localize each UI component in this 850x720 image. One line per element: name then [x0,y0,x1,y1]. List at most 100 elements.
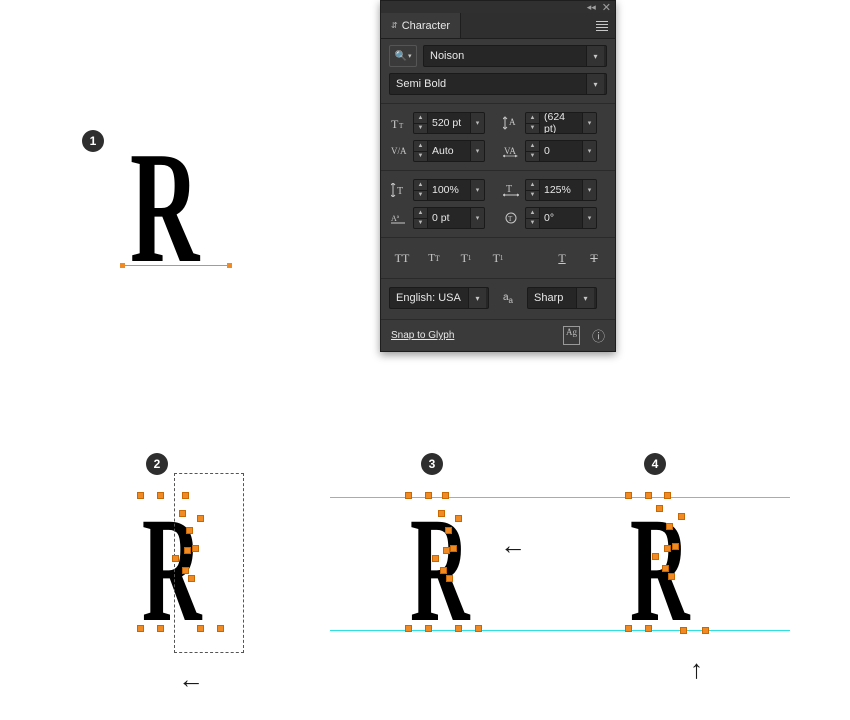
anchor-point[interactable] [217,625,224,632]
antialias-select[interactable]: Sharp ▾ [527,287,597,309]
stepper[interactable]: ▲▼ [414,180,428,200]
leading-field[interactable]: ▲▼ (624 pt) ▾ [525,112,597,134]
anchor-point[interactable] [664,545,671,552]
underline-button[interactable]: T [551,248,573,268]
panel-menu-button[interactable] [589,13,615,38]
anchor-point[interactable] [625,625,632,632]
anchor-point[interactable] [197,515,204,522]
svg-text:T: T [506,184,512,195]
font-style-select[interactable]: Semi Bold ▾ [389,73,607,95]
step-badge-3: 3 [421,453,443,475]
snap-to-glyph-link[interactable]: Snap to Glyph [391,330,454,341]
anchor-point[interactable] [666,523,673,530]
anchor-point[interactable] [137,492,144,499]
anchor-point[interactable] [668,573,675,580]
font-family-select[interactable]: Noison ▾ [423,45,607,67]
anchor-point[interactable] [188,575,195,582]
stepper[interactable]: ▲▼ [526,141,540,161]
svg-text:T: T [391,117,399,130]
kerning-value: Auto [428,145,470,157]
font-family-row: 🔍▾ Noison ▾ [389,45,607,67]
anchor-point[interactable] [137,625,144,632]
all-caps-button[interactable]: TT [391,248,413,268]
anchor-point[interactable] [443,547,450,554]
anchor-point[interactable] [702,627,709,634]
chevron-down-icon: ▾ [468,288,486,308]
hscale-field[interactable]: ▲▼ 125% ▾ [525,179,597,201]
anchor-point[interactable] [405,492,412,499]
rotation-field[interactable]: ▲▼ 0° ▾ [525,207,597,229]
anchor-point[interactable] [445,527,452,534]
font-search-button[interactable]: 🔍▾ [389,45,417,67]
anchor-point[interactable] [645,625,652,632]
anchor-point[interactable] [440,567,447,574]
anchor-point[interactable] [475,625,482,632]
subscript-button[interactable]: T1 [487,248,509,268]
tab-label: Character [402,20,450,32]
tab-character[interactable]: ⇵ Character [381,13,461,38]
anchor-point[interactable] [656,505,663,512]
anchor-point[interactable] [442,492,449,499]
stepper[interactable]: ▲▼ [526,208,540,228]
anchor-point[interactable] [664,492,671,499]
small-caps-button[interactable]: TT [423,248,445,268]
kerning-icon: V/A [389,141,409,161]
anchor-point[interactable] [662,565,669,572]
superscript-button[interactable]: T1 [455,248,477,268]
step2-glyph-wrap: R [142,495,250,645]
anchor-point[interactable] [432,555,439,562]
anchor-point[interactable] [652,553,659,560]
anchor-point[interactable] [455,625,462,632]
baseline-shift-icon: Aª [389,208,409,228]
language-select[interactable]: English: USA ▾ [389,287,489,309]
stepper[interactable]: ▲▼ [414,141,428,161]
vscale-field[interactable]: ▲▼ 100% ▾ [413,179,485,201]
anchor-point[interactable] [157,492,164,499]
size-leading-row: TT ▲▼ 520 pt ▾ A ▲▼ (624 pt) ▾ [389,112,607,134]
anchor-point[interactable] [625,492,632,499]
kerning-field[interactable]: ▲▼ Auto ▾ [413,140,485,162]
badge-number: 3 [429,457,436,471]
anchor-point[interactable] [425,492,432,499]
tracking-icon: VA [501,141,521,161]
anchor-point[interactable] [678,513,685,520]
anchor-point[interactable] [157,625,164,632]
anchor-point[interactable] [179,510,186,517]
anchor-point[interactable] [197,625,204,632]
anchor-point[interactable] [186,527,193,534]
anchor-point[interactable] [672,543,679,550]
chevron-down-icon: ▾ [470,141,484,161]
anchor-point[interactable] [425,625,432,632]
close-icon[interactable]: ✕ [602,1,611,14]
strikethrough-button[interactable]: T [583,248,605,268]
anchor-point[interactable] [455,515,462,522]
collapse-icon[interactable]: ◂◂ [587,2,596,13]
character-panel[interactable]: ◂◂ ✕ ⇵ Character 🔍▾ Noison ▾ Semi Bold ▾ [380,0,616,352]
anchor-point[interactable] [438,510,445,517]
anchor-point[interactable] [172,555,179,562]
anchor-point[interactable] [192,545,199,552]
panel-footer: Snap to Glyph Ag ⓘ [381,319,615,351]
anchor-point[interactable] [450,545,457,552]
stepper[interactable]: ▲▼ [414,113,428,133]
stepper[interactable]: ▲▼ [414,208,428,228]
tracking-field[interactable]: ▲▼ 0 ▾ [525,140,597,162]
info-icon[interactable]: ⓘ [592,326,605,345]
anchor-point[interactable] [182,492,189,499]
glyph-bounds-icon[interactable]: Ag [563,326,580,345]
anchor-point[interactable] [645,492,652,499]
chevron-down-icon: ▾ [582,113,596,133]
leading-icon: A [501,113,521,133]
font-size-field[interactable]: ▲▼ 520 pt ▾ [413,112,485,134]
selection-marquee[interactable] [174,473,244,653]
anchor-point[interactable] [446,575,453,582]
baseline-shift-field[interactable]: ▲▼ 0 pt ▾ [413,207,485,229]
anchor-point[interactable] [405,625,412,632]
stepper[interactable]: ▲▼ [526,180,540,200]
anchor-point[interactable] [680,627,687,634]
anchor-point[interactable] [182,567,189,574]
stepper[interactable]: ▲▼ [526,113,540,133]
leading-value: (624 pt) [540,112,582,134]
anchor-point[interactable] [184,547,191,554]
updown-icon: ⇵ [391,21,398,30]
